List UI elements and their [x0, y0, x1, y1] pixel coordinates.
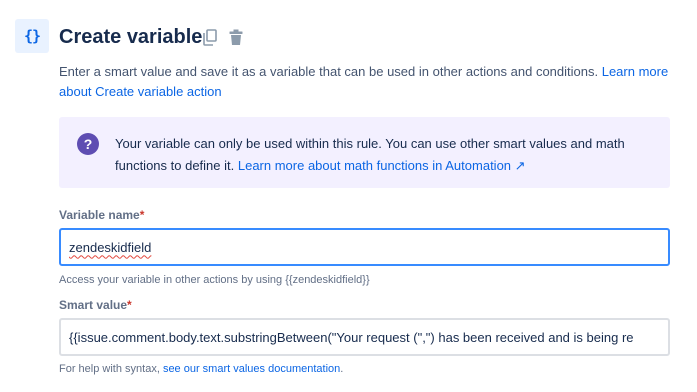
variable-name-label-text: Variable name: [59, 208, 140, 222]
question-glyph: ?: [83, 136, 93, 152]
smart-value-helper-text: For help with syntax,: [59, 363, 163, 375]
title-actions: [202, 28, 244, 46]
required-asterisk: *: [139, 208, 145, 222]
trash-icon[interactable]: [228, 28, 244, 46]
math-functions-link[interactable]: Learn more about math functions in Autom…: [238, 158, 526, 173]
variable-name-label: Variable name*: [59, 208, 144, 222]
smart-value-text: {{issue.comment.body.text.substringBetwe…: [69, 329, 634, 345]
info-panel: ? Your variable can only be used within …: [59, 117, 670, 188]
required-asterisk: *: [127, 298, 132, 312]
smart-value-helper-end: .: [340, 363, 344, 375]
description: Enter a smart value and save it as a var…: [59, 62, 671, 102]
page-title: Create variable: [59, 26, 203, 48]
smart-value-helper: For help with syntax, see our smart valu…: [59, 363, 343, 375]
smart-value-label: Smart value*: [59, 298, 132, 312]
variable-name-value: zendeskidfield: [69, 239, 152, 255]
copy-icon[interactable]: [202, 28, 218, 46]
curly-braces-glyph: {}: [23, 27, 41, 45]
variable-name-input[interactable]: zendeskidfield: [59, 228, 670, 266]
smart-values-docs-link[interactable]: see our smart values documentation: [163, 363, 340, 375]
question-icon: ?: [77, 133, 99, 155]
smart-value-label-text: Smart value: [59, 298, 128, 312]
smart-value-input[interactable]: {{issue.comment.body.text.substringBetwe…: [59, 318, 670, 356]
curly-braces-icon: {}: [15, 19, 49, 53]
info-text: Your variable can only be used within th…: [115, 133, 655, 177]
variable-name-helper: Access your variable in other actions by…: [59, 274, 370, 286]
description-text: Enter a smart value and save it as a var…: [59, 64, 602, 79]
